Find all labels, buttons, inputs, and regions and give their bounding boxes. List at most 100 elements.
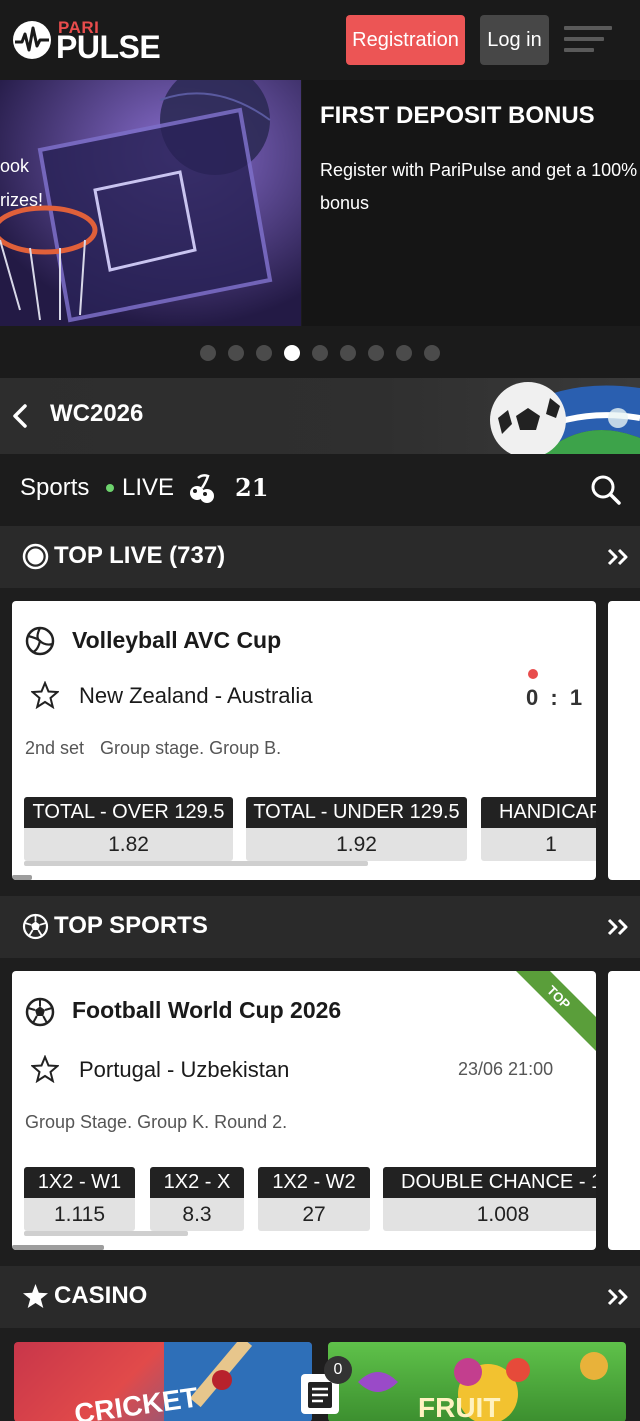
betslip-count-badge: 0 xyxy=(324,1356,352,1384)
event-stage: Group stage. Group B. xyxy=(100,738,282,758)
top-live-section-header[interactable]: TOP LIVE (737) xyxy=(0,526,640,588)
odds-button[interactable]: 1X2 - W2 27 xyxy=(258,1167,370,1231)
star-icon xyxy=(23,1284,48,1308)
event-league: Football World Cup 2026 xyxy=(72,997,342,1023)
nav-live-label: LIVE xyxy=(122,474,175,501)
logo-text-pulse: PULSE xyxy=(56,29,161,65)
score-separator: : xyxy=(550,685,561,710)
next-sport-card-peek[interactable] xyxy=(608,971,640,1250)
volleyball-icon xyxy=(25,626,55,656)
carousel-dots xyxy=(200,345,440,361)
odds-label: 1X2 - W2 xyxy=(258,1167,370,1198)
card-scroll-thumb[interactable] xyxy=(12,1245,104,1250)
odds-value: 1.115 xyxy=(54,1202,105,1226)
odds-label: 1X2 - X xyxy=(150,1167,244,1198)
basketball-hoop-image xyxy=(0,80,301,326)
double-chevron-right-icon[interactable] xyxy=(606,917,630,937)
card-scroll-thumb[interactable] xyxy=(12,875,32,880)
odds-value: 27 xyxy=(302,1202,326,1226)
casino-section-header[interactable]: CASINO xyxy=(0,1266,640,1328)
hamburger-menu-icon[interactable] xyxy=(564,26,612,54)
carousel-dot[interactable] xyxy=(312,345,328,361)
top-sports-title: TOP SPORTS xyxy=(54,912,208,939)
cherry-slots-icon[interactable] xyxy=(188,474,216,504)
promo-slide-basketball[interactable]: ook rizes! xyxy=(0,80,301,326)
carousel-dot[interactable] xyxy=(368,345,384,361)
event-score: 0 : 1 xyxy=(526,685,585,711)
world-cup-ball-flag-image xyxy=(490,382,640,454)
favorite-star-icon[interactable] xyxy=(31,681,59,709)
back-arrow-icon[interactable] xyxy=(10,402,30,430)
top-ribbon-badge: TOP xyxy=(504,971,596,1052)
odds-label: 1X2 - W1 xyxy=(24,1167,135,1198)
odds-value: 1.008 xyxy=(476,1202,530,1226)
carousel-dot[interactable] xyxy=(340,345,356,361)
soccer-ball-icon xyxy=(22,913,49,940)
event-datetime: 23/06 21:00 xyxy=(458,1059,554,1079)
sports-nav-bar: Sports LIVE 21 xyxy=(0,454,640,526)
odds-value: 8.3 xyxy=(182,1202,212,1226)
promo-slide-first-deposit[interactable]: FIRST DEPOSIT BONUS Register with PariPu… xyxy=(302,80,640,326)
nav-sports-tab[interactable]: Sports xyxy=(20,474,89,502)
carousel-dot[interactable] xyxy=(424,345,440,361)
carousel-dot[interactable] xyxy=(228,345,244,361)
odds-label: HANDICAP xyxy=(481,797,596,828)
double-chevron-right-icon[interactable] xyxy=(606,1287,630,1307)
odds-scroll-track[interactable] xyxy=(24,1231,188,1236)
slide-description-line1: Register with PariPulse and get a 100% f… xyxy=(320,160,640,180)
carousel-dot-active[interactable] xyxy=(284,345,300,361)
wc2026-bar[interactable]: WC2026 xyxy=(0,378,640,454)
registration-button[interactable]: Registration xyxy=(346,15,465,65)
odds-value: 1 xyxy=(545,832,557,856)
fruit-game-thumbnail[interactable]: FRUIT xyxy=(328,1342,626,1421)
event-info: 2nd set Group stage. Group B. xyxy=(25,738,281,759)
paripulse-logo[interactable]: PARI PULSE xyxy=(12,18,172,65)
odds-scroll-track[interactable] xyxy=(24,861,368,866)
odds-button[interactable]: HANDICAP 1 xyxy=(481,797,596,861)
odds-button[interactable]: TOTAL - UNDER 129.5 1.92 xyxy=(246,797,467,861)
wc2026-title: WC2026 xyxy=(50,400,144,427)
odds-button[interactable]: DOUBLE CHANCE - 1X 1.008 xyxy=(383,1167,596,1231)
slide-description-line2: bonus xyxy=(320,193,370,213)
login-button[interactable]: Log in xyxy=(480,15,549,65)
search-icon[interactable] xyxy=(590,474,622,506)
carousel-dot[interactable] xyxy=(256,345,272,361)
nav-21-game-tab[interactable]: 21 xyxy=(235,473,268,502)
score-home: 0 xyxy=(526,685,542,710)
event-info: Group Stage. Group K. Round 2. xyxy=(25,1112,287,1133)
slide-title: FIRST DEPOSIT BONUS xyxy=(320,102,595,129)
top-header: PARI PULSE Registration Log in xyxy=(0,0,640,80)
logo-pulse-icon xyxy=(13,21,51,59)
event-period: 2nd set xyxy=(25,738,85,758)
favorite-star-icon[interactable] xyxy=(31,1055,59,1083)
odds-button[interactable]: 1X2 - X 8.3 xyxy=(150,1167,244,1231)
odds-row: TOTAL - OVER 129.5 1.82 TOTAL - UNDER 12… xyxy=(24,797,596,861)
football-icon xyxy=(25,997,55,1027)
odds-value: 1.82 xyxy=(108,832,149,856)
next-live-card-peek[interactable] xyxy=(608,601,640,880)
live-circle-icon xyxy=(22,543,49,570)
casino-title: CASINO xyxy=(54,1282,148,1309)
top-sports-section-header[interactable]: TOP SPORTS xyxy=(0,896,640,958)
slide-description: Register with PariPulse and get a 100% f… xyxy=(320,154,640,220)
odds-button[interactable]: 1X2 - W1 1.115 xyxy=(24,1167,135,1231)
double-chevron-right-icon[interactable] xyxy=(606,547,630,567)
slide-left-text-line1: ook xyxy=(0,156,30,176)
odds-value: 1.92 xyxy=(336,832,377,856)
live-indicator-dot xyxy=(106,484,114,492)
promo-banner-carousel[interactable]: ook rizes! FIRST DEPOSIT BONUS Register … xyxy=(0,80,640,378)
event-teams: Portugal - Uzbekistan xyxy=(79,1057,290,1082)
slide-left-text-line2: rizes! xyxy=(0,190,44,210)
score-away: 1 xyxy=(569,685,586,710)
sport-event-card[interactable]: TOP Football World Cup 2026 Portugal - U… xyxy=(12,971,596,1250)
event-teams: New Zealand - Australia xyxy=(79,683,313,708)
odds-label: DOUBLE CHANCE - 1X xyxy=(383,1167,596,1198)
carousel-dot[interactable] xyxy=(200,345,216,361)
nav-live-tab[interactable]: LIVE xyxy=(106,474,174,502)
odds-label: TOTAL - OVER 129.5 xyxy=(24,797,233,828)
carousel-dot[interactable] xyxy=(396,345,412,361)
event-stage: Group Stage. Group K. Round 2. xyxy=(25,1112,288,1132)
live-event-card[interactable]: Volleyball AVC Cup New Zealand - Austral… xyxy=(12,601,596,880)
cricket-game-thumbnail[interactable]: CRICKET xyxy=(14,1342,312,1421)
odds-button[interactable]: TOTAL - OVER 129.5 1.82 xyxy=(24,797,233,861)
